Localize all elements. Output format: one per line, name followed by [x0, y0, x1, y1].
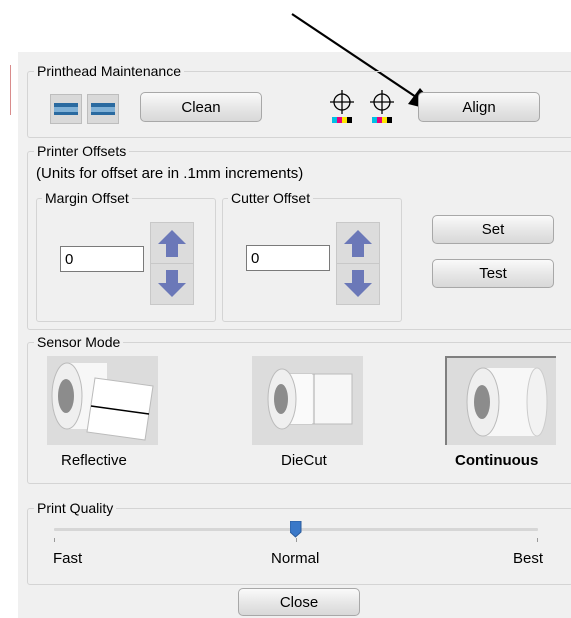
reflective-mode-option[interactable] [47, 356, 158, 445]
continuous-label: Continuous [455, 452, 539, 469]
set-button[interactable]: Set [432, 215, 554, 244]
cutter-offset-input[interactable] [246, 245, 330, 271]
cutter-offset-title: Cutter Offset [228, 190, 314, 206]
clean-button[interactable]: Clean [140, 92, 262, 122]
test-button[interactable]: Test [432, 259, 554, 288]
alignment-targets-icon [330, 90, 394, 123]
slider-tick-fast [54, 538, 55, 542]
cutter-offset-decrease-button[interactable] [336, 263, 380, 305]
margin-offset-title: Margin Offset [42, 190, 132, 206]
close-button[interactable]: Close [238, 588, 360, 616]
slider-tick-best [537, 538, 538, 542]
align-button[interactable]: Align [418, 92, 540, 122]
margin-offset-increase-button[interactable] [150, 222, 194, 264]
arrow-up-icon [158, 230, 186, 257]
continuous-mode-option[interactable] [445, 356, 556, 445]
arrow-down-icon [344, 270, 372, 297]
print-quality-title: Print Quality [34, 500, 117, 516]
arrow-down-icon [158, 270, 186, 297]
arrow-up-icon [344, 230, 372, 257]
quality-normal-label: Normal [271, 550, 320, 567]
diecut-mode-option[interactable] [252, 356, 363, 445]
printer-offsets-title: Printer Offsets [34, 143, 130, 159]
slider-tick-normal [296, 538, 297, 542]
continuous-roll-icon [466, 367, 548, 437]
quality-best-label: Best [513, 550, 544, 567]
print-quality-slider[interactable] [54, 518, 538, 544]
printhead-image-icon [50, 94, 82, 124]
cutter-offset-increase-button[interactable] [336, 222, 380, 264]
reflective-label: Reflective [61, 452, 127, 469]
diecut-label-roll-icon [267, 368, 353, 430]
diecut-label: DieCut [281, 452, 327, 469]
margin-offset-input[interactable] [60, 246, 144, 272]
sensor-mode-title: Sensor Mode [34, 334, 124, 350]
printhead-photo-icon [87, 94, 119, 124]
printhead-maintenance-title: Printhead Maintenance [34, 63, 184, 79]
slider-thumb[interactable] [290, 521, 302, 538]
margin-offset-decrease-button[interactable] [150, 263, 194, 305]
offset-units-note: (Units for offset are in .1mm increments… [36, 165, 304, 182]
reflective-label-roll-icon [51, 362, 154, 441]
quality-fast-label: Fast [53, 550, 83, 567]
